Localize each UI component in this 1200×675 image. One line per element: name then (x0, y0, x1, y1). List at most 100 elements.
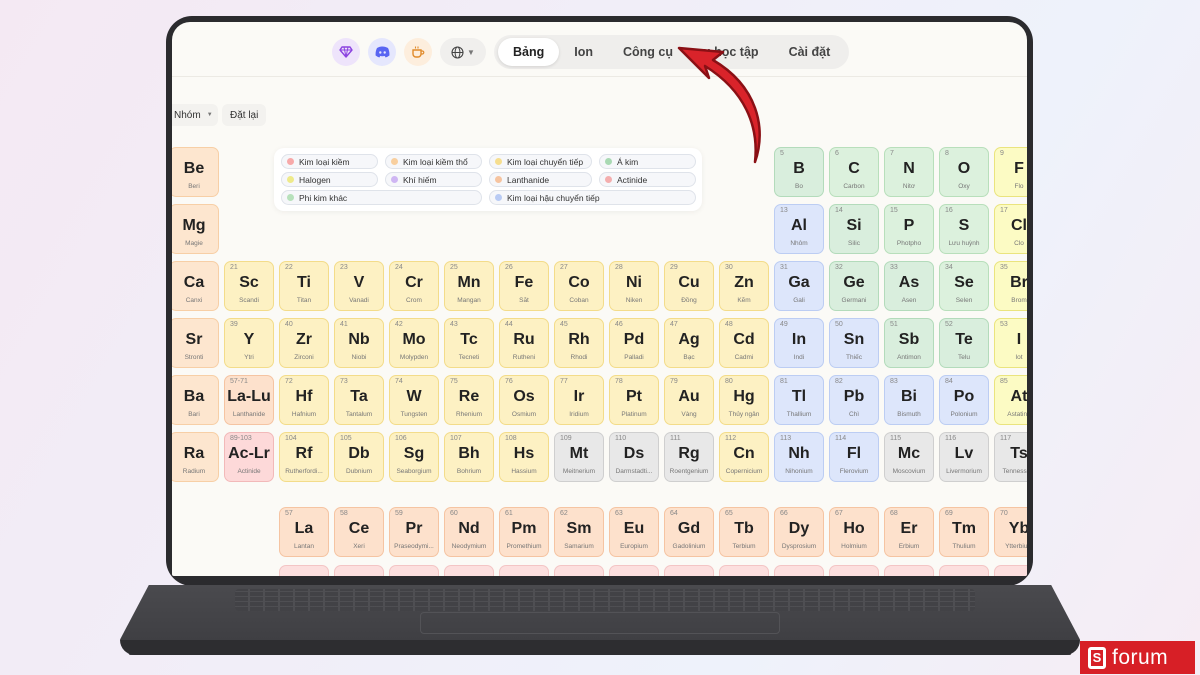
element-cell-sc[interactable]: 21 Sc Scandi (224, 261, 274, 311)
element-cell-au[interactable]: 79 Au Vàng (664, 375, 714, 425)
element-cell-ta[interactable]: 73 Ta Tantalum (334, 375, 384, 425)
element-cell-partial[interactable] (719, 565, 769, 576)
element-cell-ni[interactable]: 28 Ni Niken (609, 261, 659, 311)
element-cell-re[interactable]: 75 Re Rhenium (444, 375, 494, 425)
element-cell-mo[interactable]: 42 Mo Molypden (389, 318, 439, 368)
legend-item[interactable]: Kim loại kiềm (281, 154, 378, 169)
element-cell-po[interactable]: 84 Po Polonium (939, 375, 989, 425)
element-cell-partial[interactable] (279, 565, 329, 576)
element-cell-cn[interactable]: 112 Cn Copernicium (719, 432, 769, 482)
element-cell-ag[interactable]: 47 Ag Bạc (664, 318, 714, 368)
element-cell-se[interactable]: 34 Se Selen (939, 261, 989, 311)
legend-item[interactable]: Kim loại chuyển tiếp (489, 154, 592, 169)
element-cell-zr[interactable]: 40 Zr Zirconi (279, 318, 329, 368)
element-cell-partial[interactable] (334, 565, 384, 576)
element-cell-cr[interactable]: 24 Cr Crom (389, 261, 439, 311)
element-cell-ca[interactable]: Ca Canxi (172, 261, 219, 311)
element-cell-la-lu[interactable]: 57-71 La-Lu Lanthanide (224, 375, 274, 425)
element-cell-mg[interactable]: Mg Magie (172, 204, 219, 254)
element-cell-mc[interactable]: 115 Mc Moscovium (884, 432, 934, 482)
element-cell-te[interactable]: 52 Te Telu (939, 318, 989, 368)
element-cell-hg[interactable]: 80 Hg Thủy ngân (719, 375, 769, 425)
element-cell-pb[interactable]: 82 Pb Chì (829, 375, 879, 425)
element-cell-gd[interactable]: 64 Gd Gadolinium (664, 507, 714, 557)
element-cell-partial[interactable] (554, 565, 604, 576)
reset-button[interactable]: Đặt lại (222, 104, 267, 126)
element-cell-ra[interactable]: Ra Radium (172, 432, 219, 482)
element-cell-ba[interactable]: Ba Bari (172, 375, 219, 425)
element-cell-ga[interactable]: 31 Ga Gali (774, 261, 824, 311)
element-cell-lv[interactable]: 116 Lv Livermorium (939, 432, 989, 482)
element-cell-ds[interactable]: 110 Ds Darmstadti... (609, 432, 659, 482)
element-cell-rg[interactable]: 111 Rg Roentgenium (664, 432, 714, 482)
element-cell-b[interactable]: 5 B Bo (774, 147, 824, 197)
element-cell-o[interactable]: 8 O Oxy (939, 147, 989, 197)
language-button[interactable]: ▼ (440, 38, 486, 66)
element-cell-p[interactable]: 15 P Photpho (884, 204, 934, 254)
element-cell-sm[interactable]: 62 Sm Samarium (554, 507, 604, 557)
element-cell-y[interactable]: 39 Y Ytri (224, 318, 274, 368)
legend-item[interactable]: Lanthanide (489, 172, 592, 187)
element-cell-rf[interactable]: 104 Rf Rutherfordi... (279, 432, 329, 482)
element-cell-cd[interactable]: 48 Cd Cadmi (719, 318, 769, 368)
element-cell-sn[interactable]: 50 Sn Thiếc (829, 318, 879, 368)
element-cell-mn[interactable]: 25 Mn Mangan (444, 261, 494, 311)
element-cell-os[interactable]: 76 Os Osmium (499, 375, 549, 425)
element-cell-ir[interactable]: 77 Ir Iridium (554, 375, 604, 425)
element-cell-i[interactable]: 53 I Iot (994, 318, 1027, 368)
legend-item[interactable]: Kim loại hậu chuyển tiếp (489, 190, 696, 205)
element-cell-al[interactable]: 13 Al Nhôm (774, 204, 824, 254)
legend-item[interactable]: Actinide (599, 172, 696, 187)
element-cell-partial[interactable] (389, 565, 439, 576)
element-cell-nb[interactable]: 41 Nb Niobi (334, 318, 384, 368)
element-cell-partial[interactable] (829, 565, 879, 576)
element-cell-sg[interactable]: 106 Sg Seaborgium (389, 432, 439, 482)
element-cell-zn[interactable]: 30 Zn Kẽm (719, 261, 769, 311)
element-cell-sb[interactable]: 51 Sb Antimon (884, 318, 934, 368)
element-cell-fl[interactable]: 114 Fl Flerovium (829, 432, 879, 482)
element-cell-ti[interactable]: 22 Ti Titan (279, 261, 329, 311)
coffee-icon[interactable] (404, 38, 432, 66)
element-cell-tb[interactable]: 65 Tb Terbium (719, 507, 769, 557)
discord-icon[interactable] (368, 38, 396, 66)
element-cell-s[interactable]: 16 S Lưu huỳnh (939, 204, 989, 254)
legend-item[interactable]: Phi kim khác (281, 190, 482, 205)
element-cell-rh[interactable]: 45 Rh Rhodi (554, 318, 604, 368)
element-cell-ce[interactable]: 58 Ce Xeri (334, 507, 384, 557)
element-cell-pr[interactable]: 59 Pr Praseodymi... (389, 507, 439, 557)
group-select[interactable]: Nhóm ▼ (172, 104, 218, 126)
element-cell-partial[interactable] (774, 565, 824, 576)
element-cell-ge[interactable]: 32 Ge Germani (829, 261, 879, 311)
element-cell-f[interactable]: 9 F Flo (994, 147, 1027, 197)
element-cell-at[interactable]: 85At Astatine (994, 375, 1027, 425)
element-cell-fe[interactable]: 26 Fe Sắt (499, 261, 549, 311)
element-cell-partial[interactable] (939, 565, 989, 576)
element-cell-partial[interactable] (444, 565, 494, 576)
element-cell-hf[interactable]: 72 Hf Hafnium (279, 375, 329, 425)
element-cell-db[interactable]: 105 Db Dubnium (334, 432, 384, 482)
element-cell-er[interactable]: 68 Er Erbium (884, 507, 934, 557)
element-cell-as[interactable]: 33 As Asen (884, 261, 934, 311)
element-cell-co[interactable]: 27 Co Coban (554, 261, 604, 311)
element-cell-ho[interactable]: 67 Ho Holmium (829, 507, 879, 557)
element-cell-v[interactable]: 23 V Vanadi (334, 261, 384, 311)
element-cell-pm[interactable]: 61 Pm Promethium (499, 507, 549, 557)
element-cell-be[interactable]: Be Beri (172, 147, 219, 197)
element-cell-eu[interactable]: 63 Eu Europium (609, 507, 659, 557)
element-cell-tc[interactable]: 43 Tc Tecneti (444, 318, 494, 368)
tab-bang[interactable]: Bảng (498, 38, 560, 66)
element-cell-tm[interactable]: 69 Tm Thulium (939, 507, 989, 557)
element-cell-pt[interactable]: 78 Pt Platinum (609, 375, 659, 425)
element-cell-w[interactable]: 74 W Tungsten (389, 375, 439, 425)
element-cell-ru[interactable]: 44 Ru Rutheni (499, 318, 549, 368)
element-cell-ac-lr[interactable]: 89-103 Ac-Lr Actinide (224, 432, 274, 482)
element-cell-la[interactable]: 57 La Lantan (279, 507, 329, 557)
element-cell-hs[interactable]: 108 Hs Hassium (499, 432, 549, 482)
legend-item[interactable]: Kim loại kiềm thổ (385, 154, 482, 169)
tab-ion[interactable]: Ion (559, 38, 608, 66)
element-cell-partial[interactable] (609, 565, 659, 576)
element-cell-pd[interactable]: 46 Pd Palladi (609, 318, 659, 368)
element-cell-partial[interactable] (664, 565, 714, 576)
element-cell-cl[interactable]: 17 Cl Clo (994, 204, 1027, 254)
element-cell-br[interactable]: 35 Br Brom (994, 261, 1027, 311)
